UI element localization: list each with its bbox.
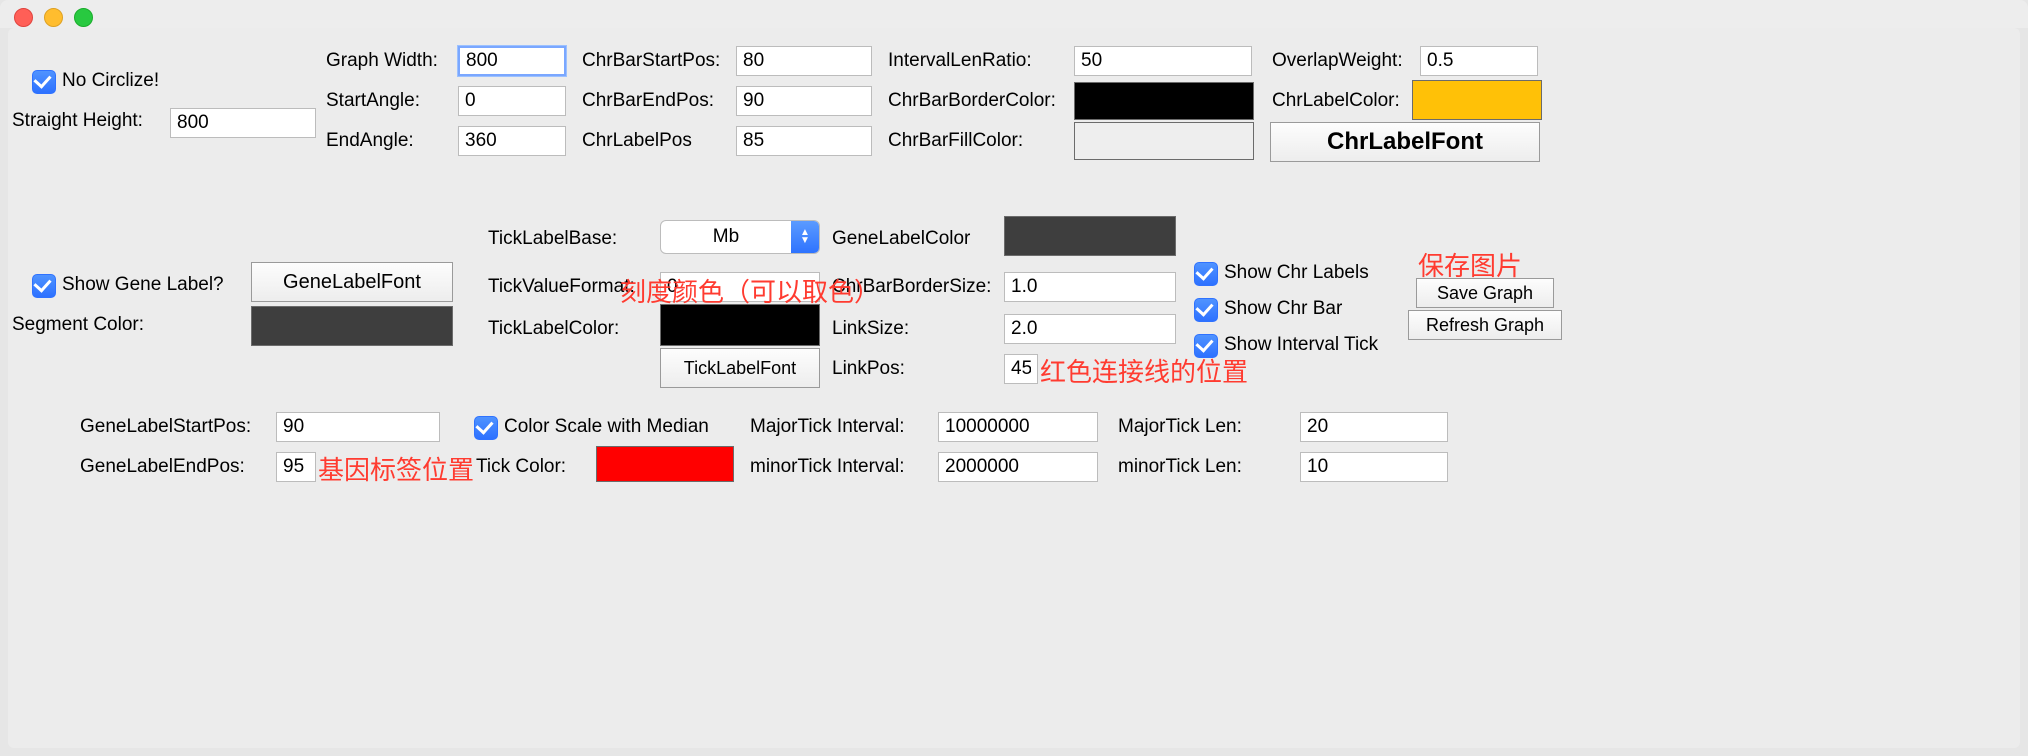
end-angle-input[interactable] [458, 126, 566, 156]
gene-label-endpos-input[interactable] [276, 452, 316, 482]
minor-tick-len-input[interactable] [1300, 452, 1448, 482]
overlap-weight-input[interactable] [1420, 46, 1538, 76]
chrlabel-font-button[interactable]: ChrLabelFont [1270, 122, 1540, 162]
close-icon[interactable] [14, 8, 33, 27]
color-scale-median-checkbox[interactable] [474, 416, 498, 440]
annotation-gene-label-pos: 基因标签位置 [318, 450, 474, 487]
gene-label-color-label: GeneLabelColor [832, 228, 970, 250]
no-circlize-checkbox[interactable] [32, 70, 56, 94]
chrbar-startpos-input[interactable] [736, 46, 872, 76]
annotation-save-graph: 保存图片 [1418, 246, 1522, 283]
interval-len-ratio-label: IntervalLenRatio: [888, 50, 1032, 72]
chrbar-fill-color-swatch[interactable] [1074, 122, 1254, 160]
show-chr-bar-checkbox[interactable] [1194, 298, 1218, 322]
show-gene-label-checkbox[interactable] [32, 274, 56, 298]
link-size-label: LinkSize: [832, 318, 909, 340]
chevron-up-down-icon: ▲▼ [791, 221, 819, 253]
graph-width-label: Graph Width: [326, 50, 438, 72]
tick-label-color-label: TickLabelColor: [488, 318, 619, 340]
minor-tick-len-label: minorTick Len: [1118, 456, 1242, 478]
link-pos-label: LinkPos: [832, 358, 905, 380]
color-scale-median-label: Color Scale with Median [504, 416, 709, 438]
chrbar-startpos-label: ChrBarStartPos: [582, 50, 720, 72]
tick-label-color-swatch[interactable] [660, 304, 820, 346]
start-angle-label: StartAngle: [326, 90, 420, 112]
gene-label-endpos-label: GeneLabelEndPos: [80, 456, 245, 478]
annotation-tick-color: 刻度颜色（可以取色） [620, 272, 880, 309]
chrlabel-color-swatch[interactable] [1412, 80, 1542, 120]
link-size-input[interactable] [1004, 314, 1176, 344]
chrlabel-pos-label: ChrLabelPos [582, 130, 692, 152]
chrbar-fill-color-label: ChrBarFillColor: [888, 130, 1023, 152]
straight-height-label: Straight Height: [12, 110, 143, 132]
tick-label-base-select[interactable]: Mb ▲▼ [660, 220, 820, 254]
gene-label-startpos-input[interactable] [276, 412, 440, 442]
show-chr-bar-label: Show Chr Bar [1224, 298, 1342, 320]
end-angle-label: EndAngle: [326, 130, 414, 152]
chrbar-border-color-label: ChrBarBorderColor: [888, 90, 1056, 112]
straight-height-input[interactable] [170, 108, 316, 138]
major-tick-interval-label: MajorTick Interval: [750, 416, 905, 438]
major-tick-interval-input[interactable] [938, 412, 1098, 442]
link-pos-input[interactable] [1004, 354, 1038, 384]
tick-label-font-button[interactable]: TickLabelFont [660, 348, 820, 388]
minor-tick-interval-input[interactable] [938, 452, 1098, 482]
chrbar-border-size-input[interactable] [1004, 272, 1176, 302]
tick-label-base-value: Mb [661, 226, 791, 248]
tick-color-label: Tick Color: [476, 456, 566, 478]
main-panel: No Circlize! Straight Height: Graph Widt… [8, 28, 2020, 748]
tick-label-base-label: TickLabelBase: [488, 228, 617, 250]
show-chr-labels-label: Show Chr Labels [1224, 262, 1369, 284]
refresh-graph-button[interactable]: Refresh Graph [1408, 310, 1562, 340]
no-circlize-label: No Circlize! [62, 70, 159, 92]
window-traffic-lights [14, 8, 93, 27]
chrlabel-pos-input[interactable] [736, 126, 872, 156]
minimize-icon[interactable] [44, 8, 63, 27]
chrlabel-color-label: ChrLabelColor: [1272, 90, 1400, 112]
chrbar-endpos-input[interactable] [736, 86, 872, 116]
start-angle-input[interactable] [458, 86, 566, 116]
gene-label-font-button[interactable]: GeneLabelFont [251, 262, 453, 302]
show-chr-labels-checkbox[interactable] [1194, 262, 1218, 286]
gene-label-startpos-label: GeneLabelStartPos: [80, 416, 251, 438]
annotation-link-pos: 红色连接线的位置 [1040, 352, 1248, 389]
graph-width-input[interactable] [458, 46, 566, 76]
segment-color-label: Segment Color: [12, 314, 144, 336]
maximize-icon[interactable] [74, 8, 93, 27]
tick-color-swatch[interactable] [596, 446, 734, 482]
segment-color-swatch[interactable] [251, 306, 453, 346]
major-tick-len-input[interactable] [1300, 412, 1448, 442]
tick-value-format-label: TickValueFormat: [488, 276, 635, 298]
chrbar-border-color-swatch[interactable] [1074, 82, 1254, 120]
chrbar-endpos-label: ChrBarEndPos: [582, 90, 714, 112]
title-bar [0, 0, 2028, 28]
gene-label-color-swatch[interactable] [1004, 216, 1176, 256]
interval-len-ratio-input[interactable] [1074, 46, 1252, 76]
overlap-weight-label: OverlapWeight: [1272, 50, 1403, 72]
show-gene-label-label: Show Gene Label? [62, 274, 224, 296]
minor-tick-interval-label: minorTick Interval: [750, 456, 905, 478]
major-tick-len-label: MajorTick Len: [1118, 416, 1242, 438]
